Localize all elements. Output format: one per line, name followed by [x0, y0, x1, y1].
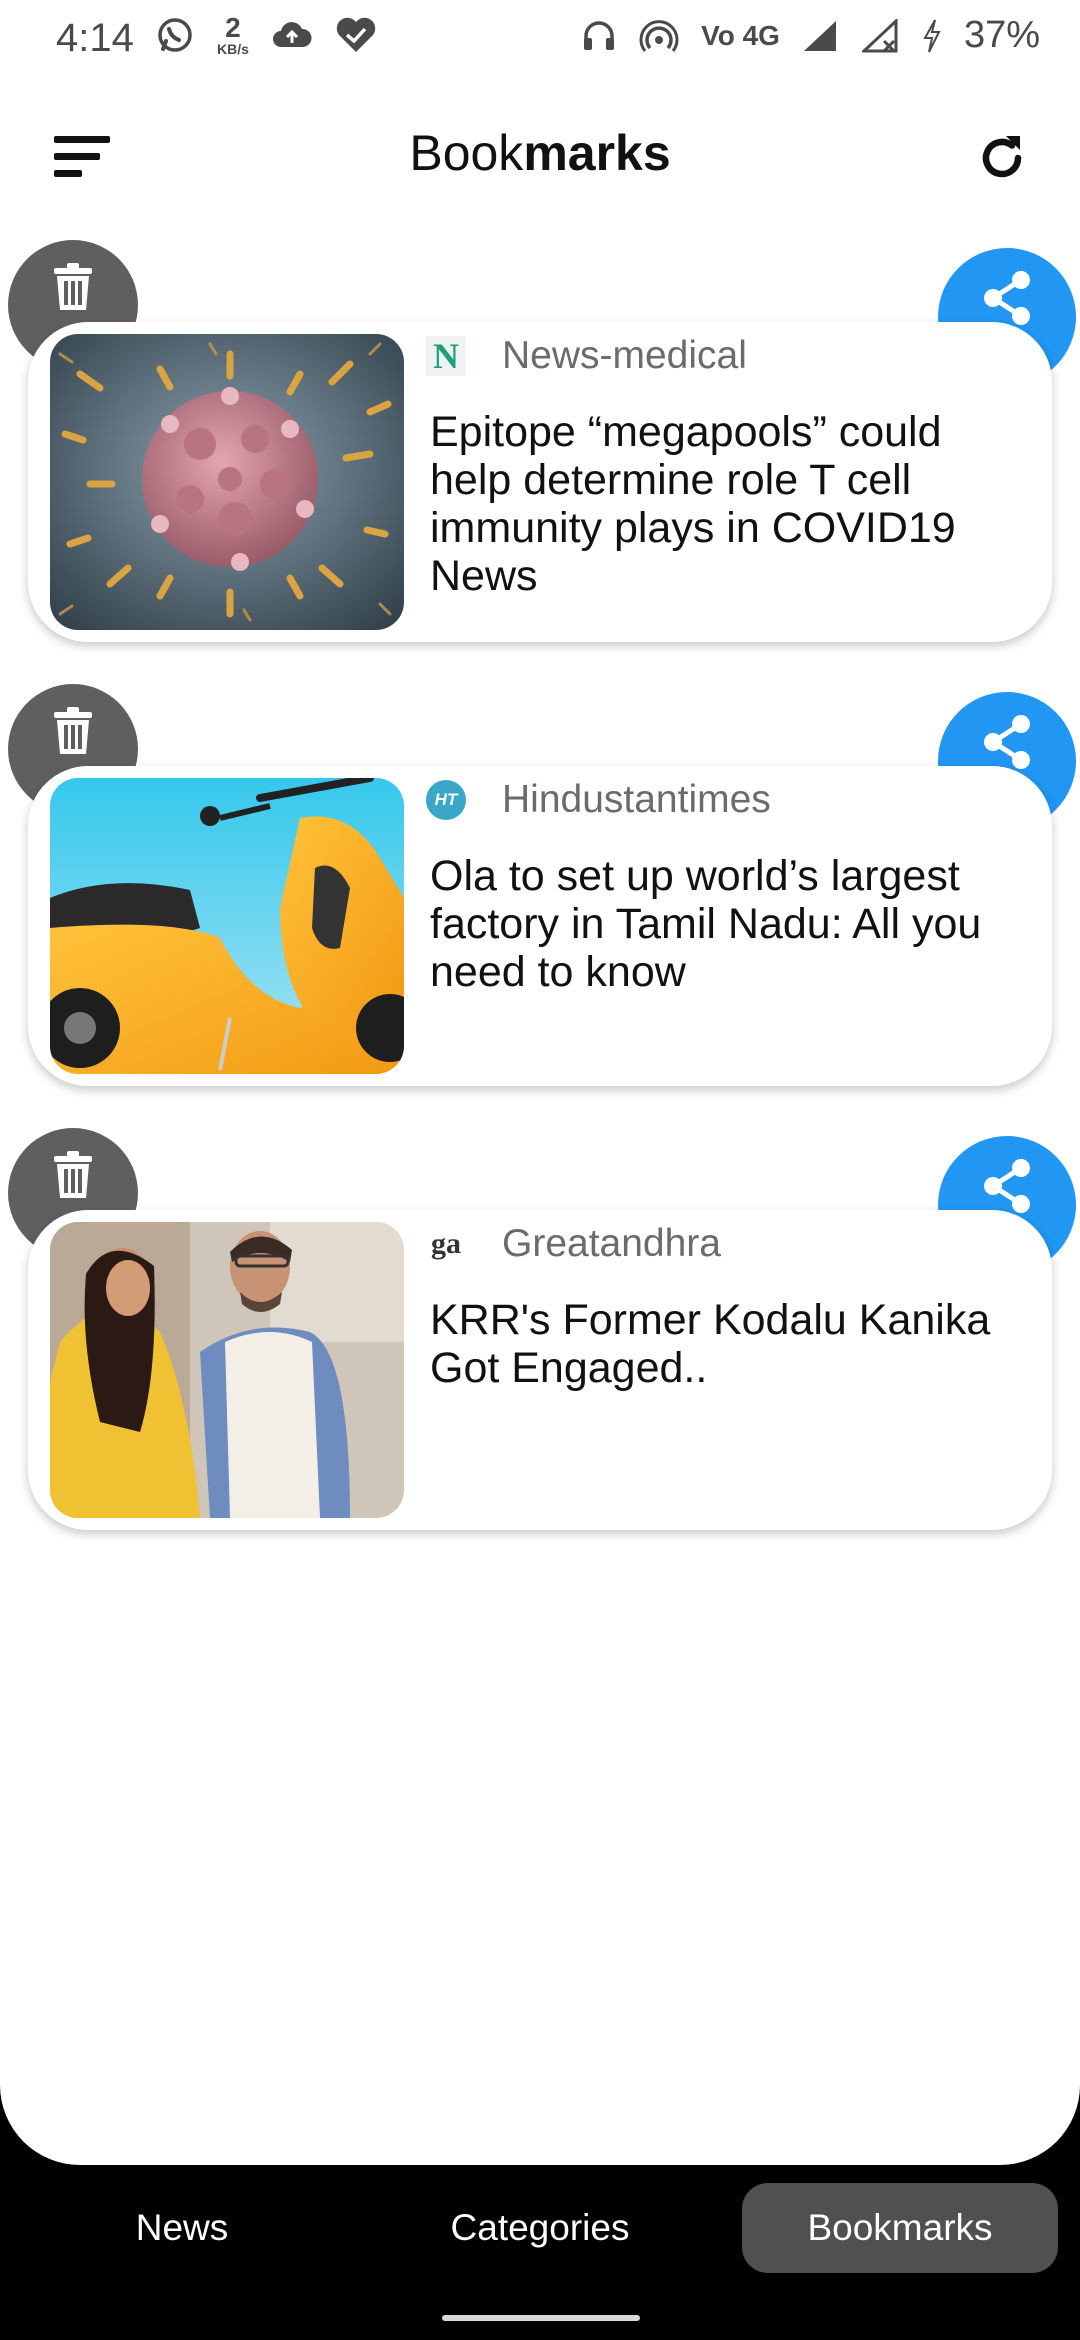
bookmark-item: ga Greatandhra KRR's Former Kodalu Kanik…: [0, 1128, 1080, 1548]
health-heart-icon: [336, 17, 376, 53]
app-header: Bookmarks: [0, 110, 1080, 200]
article-headline: Epitope “megapools” could help determine…: [430, 408, 956, 600]
whatsapp-icon: [158, 18, 192, 52]
bookmark-item: HT Hindustantimes Ola to set up world’s …: [0, 684, 1080, 1104]
bookmark-item: N News-medical Epitope “megapools” could…: [0, 240, 1080, 660]
source-logo: N: [426, 336, 466, 376]
source-name: Hindustantimes: [502, 778, 771, 821]
source-name: Greatandhra: [502, 1222, 721, 1265]
article-headline: Ola to set up world’s largest factory in…: [430, 852, 982, 996]
network-speed: 2 KB/s: [217, 12, 249, 57]
status-time: 4:14: [56, 16, 134, 60]
source-name: News-medical: [502, 334, 747, 377]
article-thumbnail: [50, 778, 404, 1074]
status-bar: 4:14 2 KB/s Vo 4G 37%: [0, 0, 1080, 84]
page-title: Bookmarks: [409, 125, 671, 181]
bookmark-card[interactable]: HT Hindustantimes Ola to set up world’s …: [28, 766, 1052, 1086]
source-logo: HT: [426, 780, 466, 820]
network-type: Vo 4G: [701, 19, 780, 51]
bookmark-card[interactable]: ga Greatandhra KRR's Former Kodalu Kanik…: [28, 1210, 1052, 1530]
share-icon: [984, 271, 1030, 325]
signal-icon: [803, 20, 836, 51]
nav-tab-bookmarks[interactable]: Bookmarks: [742, 2183, 1058, 2273]
refresh-icon[interactable]: [972, 128, 1032, 188]
signal-no-service-icon: [861, 18, 898, 52]
article-thumbnail: [50, 1222, 404, 1518]
article-headline: KRR's Former Kodalu Kanika Got Engaged..: [430, 1296, 991, 1392]
share-icon: [984, 1159, 1030, 1213]
trash-icon: [54, 263, 92, 310]
trash-icon: [54, 707, 92, 754]
nav-tab-categories[interactable]: Categories: [410, 2183, 670, 2273]
trash-icon: [54, 1151, 92, 1198]
home-indicator[interactable]: [442, 2315, 640, 2321]
charging-icon: [923, 19, 941, 52]
headphones-icon: [584, 20, 615, 50]
article-thumbnail: [50, 334, 404, 630]
share-icon: [984, 715, 1030, 769]
app-screen: 4:14 2 KB/s Vo 4G 37% Bookmarks N News-m…: [0, 0, 1080, 2165]
nav-tab-news[interactable]: News: [62, 2183, 302, 2273]
bottom-navigation: News Categories Bookmarks: [0, 2165, 1080, 2340]
hotspot-icon: [639, 19, 679, 52]
battery-percent: 37%: [963, 14, 1040, 56]
bookmark-card[interactable]: N News-medical Epitope “megapools” could…: [28, 322, 1052, 642]
cloud-upload-icon: [272, 22, 312, 47]
source-logo: ga: [431, 1227, 461, 1260]
